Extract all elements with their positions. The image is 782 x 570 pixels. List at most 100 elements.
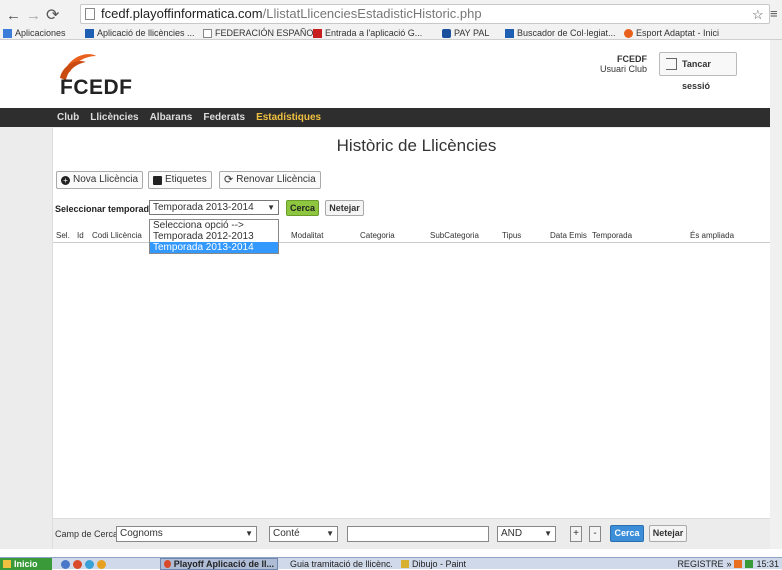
season-select[interactable]: Temporada 2013-2014 ▼ — [149, 200, 279, 215]
tray-icon[interactable] — [745, 560, 754, 568]
forward-arrow-icon[interactable]: → — [26, 6, 41, 26]
column-header[interactable]: Tipus — [502, 229, 521, 243]
site-icon — [313, 29, 322, 38]
column-header[interactable]: Temporada — [592, 229, 632, 243]
bookmark-item[interactable]: Buscador de Col·legiat... — [505, 27, 616, 40]
plus-circle-icon: + — [61, 175, 70, 185]
search-field-select[interactable]: Cognoms ▼ — [116, 526, 257, 542]
menu-icon[interactable]: ≡ — [770, 4, 778, 24]
page: FCEDF FCEDF Usuari Club Tancar sessió Cl… — [0, 40, 782, 549]
windows-logo-icon — [3, 560, 11, 568]
bookmark-item[interactable]: PAY PAL — [442, 27, 489, 40]
renew-license-button[interactable]: ⟳ Renovar Llicència — [219, 171, 321, 189]
bookmark-item[interactable]: FEDERACIÓN ESPAÑO... — [203, 27, 321, 40]
taskbar-item-active[interactable]: Playoff Aplicació de ll... — [160, 558, 278, 570]
start-button[interactable]: Inicio — [0, 558, 52, 570]
tray-icon[interactable] — [734, 560, 743, 568]
page-title: Històric de Llicències — [336, 136, 497, 155]
table-body — [53, 244, 780, 524]
column-header[interactable]: SubCategoria — [430, 229, 479, 243]
labels-button[interactable]: Etiquetes — [148, 171, 212, 189]
column-header[interactable]: Data Emis — [550, 229, 587, 243]
season-option[interactable]: Selecciona opció --> — [150, 220, 278, 231]
clear-button[interactable]: Netejar — [325, 200, 364, 216]
system-tray: REGISTRE » 15:31 — [648, 558, 782, 570]
season-filter: Seleccionar temporada > Temporada 2013-2… — [53, 198, 780, 220]
bookmark-star-icon[interactable]: ☆ — [752, 5, 764, 25]
season-dropdown: Selecciona opció --> Temporada 2012-2013… — [149, 219, 279, 254]
bookmark-item[interactable]: Esport Adaptat - Inici — [624, 27, 719, 40]
logic-select[interactable]: AND ▼ — [497, 526, 556, 542]
paint-icon — [401, 560, 409, 568]
page-icon — [203, 29, 212, 38]
paypal-icon — [442, 29, 451, 38]
nav-item-albarans[interactable]: Albarans — [150, 112, 193, 123]
app-icon[interactable] — [61, 559, 70, 569]
column-header[interactable]: Modalitat — [291, 229, 323, 243]
logout-icon — [666, 58, 677, 70]
page-icon — [85, 8, 95, 20]
nav-item-llicencies[interactable]: Llicències — [90, 112, 138, 123]
search-field-label: Camp de Cerca — [55, 529, 119, 539]
search-button[interactable]: Cerca — [286, 200, 319, 216]
column-header[interactable]: És ampliada — [690, 229, 734, 243]
main-nav: Club Llicències Albarans Federats Estadí… — [0, 108, 782, 127]
reload-icon[interactable]: ⟳ — [46, 6, 59, 26]
nav-item-club[interactable]: Club — [57, 112, 79, 123]
chevron-down-icon: ▼ — [544, 529, 552, 538]
url-path: /LlistatLlicenciesEstadisticHistoric.php — [262, 6, 482, 21]
bookmark-item[interactable]: Entrada a l'aplicació G... — [313, 27, 422, 40]
chevron-right-icon[interactable]: » — [726, 559, 731, 570]
clock: 15:31 — [756, 558, 779, 569]
address-bar[interactable]: fcedf.playoffinformatica.com/LlistatLlic… — [80, 4, 770, 24]
registre-label[interactable]: REGISTRE — [677, 559, 723, 570]
taskbar-item[interactable]: Dibujo - Paint — [398, 558, 488, 570]
back-arrow-icon[interactable]: ← — [6, 6, 21, 26]
playoff-icon — [85, 29, 94, 38]
search-footer: Camp de Cerca Cognoms ▼ Conté ▼ AND ▼ + … — [53, 518, 780, 549]
taskbar-item[interactable]: Guia tramitació de llicènc... — [284, 558, 392, 570]
bookmark-item[interactable]: Aplicació de llicències ... — [85, 27, 195, 40]
fcedf-icon — [624, 29, 633, 38]
main-panel: Històric de Llicències + Nova Llicència … — [52, 128, 780, 549]
browser-icon[interactable] — [85, 559, 94, 569]
user-info: FCEDF Usuari Club — [600, 54, 647, 74]
apps-grid-icon — [3, 29, 12, 38]
bookmark-apps[interactable]: Aplicaciones — [3, 27, 66, 40]
column-header[interactable]: Id — [77, 229, 84, 243]
column-header[interactable]: Codi Llicència — [92, 229, 142, 243]
footer-search-button[interactable]: Cerca — [610, 525, 644, 542]
chrome-icon[interactable] — [73, 559, 82, 569]
operator-select[interactable]: Conté ▼ — [269, 526, 338, 542]
season-option[interactable]: Temporada 2012-2013 — [150, 231, 278, 242]
url-host: fcedf.playoffinformatica.com — [101, 6, 263, 21]
season-option-selected[interactable]: Temporada 2013-2014 — [150, 242, 278, 253]
user-name: FCEDF — [617, 54, 648, 64]
chevron-down-icon: ▼ — [267, 203, 275, 212]
refresh-icon: ⟳ — [224, 174, 234, 186]
chrome-icon — [164, 560, 171, 568]
header: FCEDF FCEDF Usuari Club Tancar sessió — [0, 40, 782, 108]
app-icon[interactable] — [97, 559, 106, 569]
search-value-input[interactable] — [347, 526, 489, 542]
chevron-down-icon: ▼ — [326, 529, 334, 538]
remove-condition-button[interactable]: - — [589, 526, 601, 542]
add-condition-button[interactable]: + — [570, 526, 582, 542]
footer-clear-button[interactable]: Netejar — [649, 525, 687, 542]
user-role: Usuari Club — [600, 64, 648, 74]
chevron-down-icon: ▼ — [245, 529, 253, 538]
new-license-button[interactable]: + Nova Llicència — [56, 171, 144, 189]
logout-button[interactable]: Tancar sessió — [659, 52, 737, 91]
nav-item-federats[interactable]: Federats — [203, 112, 245, 123]
playoff-icon — [505, 29, 514, 38]
column-header[interactable]: Categoria — [360, 229, 395, 243]
print-icon — [153, 175, 162, 185]
season-label: Seleccionar temporada > — [55, 204, 162, 214]
column-header[interactable]: Sel. — [56, 229, 70, 243]
nav-item-estadistiques[interactable]: Estadístiques — [256, 112, 321, 123]
quick-launch — [58, 558, 148, 570]
bookmarks-bar: Aplicaciones Aplicació de llicències ...… — [0, 27, 782, 40]
page-scrollbar[interactable] — [770, 40, 782, 549]
os-taskbar: Inicio Playoff Aplicació de ll... Guia t… — [0, 557, 782, 570]
fcedf-logo[interactable]: FCEDF — [52, 48, 162, 99]
